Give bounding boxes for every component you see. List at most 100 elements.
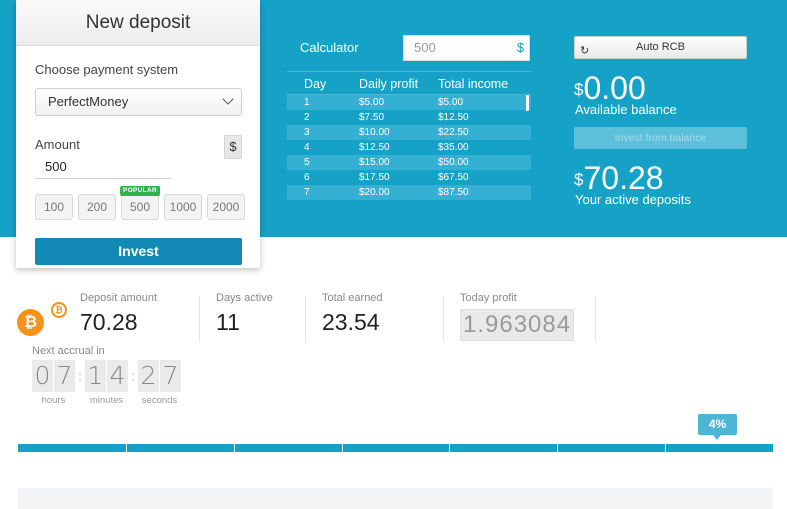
table-row: 7 $20.00 $87.50 xyxy=(287,185,531,200)
active-deposits-caption: Your active deposits xyxy=(575,192,691,207)
cell-day: 1 xyxy=(304,97,310,108)
deposits-currency: $ xyxy=(574,170,584,189)
progress-segment-divider xyxy=(557,444,558,452)
progress-segment-divider xyxy=(234,444,235,452)
preset-1000-button[interactable]: 1000 xyxy=(164,194,202,220)
minutes-caption: minutes xyxy=(89,395,124,406)
progress-percent-tooltip: 4% xyxy=(698,414,737,440)
timer-seconds: 2 7 seconds xyxy=(138,360,181,406)
seconds-caption: seconds xyxy=(141,395,178,406)
calculator-table-header: Day Daily profit Total income xyxy=(287,71,531,95)
cell-daily-profit: $20.00 xyxy=(359,187,390,198)
timer-digit: 7 xyxy=(160,360,181,392)
timer-digit: 0 xyxy=(32,360,53,392)
stat-divider xyxy=(443,296,444,342)
bottom-panel xyxy=(18,488,773,509)
available-balance-caption: Available balance xyxy=(575,102,677,117)
calculator-table: Day Daily profit Total income 1 $5.00 $5… xyxy=(287,71,531,200)
table-row: 1 $5.00 $5.00 xyxy=(287,95,531,110)
timer-separator: : xyxy=(78,368,82,384)
stat-divider xyxy=(305,296,306,342)
next-accrual-label: Next accrual in xyxy=(32,345,105,357)
today-profit-label: Today profit xyxy=(460,292,517,304)
payment-system-value: PerfectMoney xyxy=(48,94,129,109)
header-total-income: Total income xyxy=(438,77,509,91)
amount-input[interactable]: 500 xyxy=(35,154,171,179)
cell-day: 4 xyxy=(304,142,310,153)
cell-daily-profit: $5.00 xyxy=(359,97,385,108)
preset-200-button[interactable]: 200 xyxy=(78,194,116,220)
progress-bar xyxy=(18,444,773,452)
preset-100-button[interactable]: 100 xyxy=(35,194,73,220)
timer-hours: 0 7 hours xyxy=(32,360,75,406)
refresh-icon: ↻ xyxy=(580,45,590,57)
timer-minutes: 1 4 minutes xyxy=(85,360,128,406)
timer-separator: : xyxy=(131,368,135,384)
cell-total-income: $87.50 xyxy=(438,187,469,198)
cell-total-income: $35.00 xyxy=(438,142,469,153)
progress-segment-divider xyxy=(449,444,450,452)
payment-system-label: Choose payment system xyxy=(35,62,179,77)
chevron-down-icon xyxy=(222,93,234,105)
total-earned-value: 23.54 xyxy=(322,309,380,335)
auto-rcb-label: Auto RCB xyxy=(636,41,685,53)
days-active-value: 11 xyxy=(216,309,240,335)
calculator-input[interactable]: 500 xyxy=(403,35,514,61)
available-balance-value: $0.00 xyxy=(574,70,646,106)
bitcoin-icon: ₿ xyxy=(17,309,44,336)
calculator-label: Calculator xyxy=(300,40,359,55)
currency-button[interactable]: $ xyxy=(224,135,242,159)
today-profit-stat: Today profit 1.963084 xyxy=(460,292,575,348)
deposit-card-title: New deposit xyxy=(16,0,260,46)
days-active-stat: Days active 11 xyxy=(216,292,273,348)
stat-divider xyxy=(595,296,596,342)
calculator-currency: $ xyxy=(512,35,530,61)
cell-total-income: $67.50 xyxy=(438,172,469,183)
timer-digit: 7 xyxy=(54,360,75,392)
timer-digit: 2 xyxy=(138,360,159,392)
calculator-scrollbar[interactable] xyxy=(526,95,529,111)
cell-total-income: $5.00 xyxy=(438,97,464,108)
deposit-amount-label: Deposit amount xyxy=(80,292,158,304)
auto-rcb-button[interactable]: ↻ Auto RCB xyxy=(574,36,747,59)
invest-from-balance-button[interactable]: Invest from balance xyxy=(574,127,747,149)
header-day: Day xyxy=(304,77,327,91)
preset-500-label: 500 xyxy=(129,200,151,214)
countdown-timer: 0 7 hours : 1 4 minutes : 2 7 seconds xyxy=(32,360,188,406)
timer-digit: 1 xyxy=(85,360,106,392)
preset-2000-button[interactable]: 2000 xyxy=(207,194,245,220)
deposits-amount: 70.28 xyxy=(583,160,664,196)
progress-segment-divider xyxy=(126,444,127,452)
total-earned-label: Total earned xyxy=(322,292,383,304)
days-active-label: Days active xyxy=(216,292,273,304)
cell-daily-profit: $10.00 xyxy=(359,127,390,138)
table-row: 2 $7.50 $12.50 xyxy=(287,110,531,125)
cell-day: 3 xyxy=(304,127,310,138)
payment-system-select[interactable]: PerfectMoney xyxy=(35,88,242,116)
new-deposit-card: New deposit Choose payment system Perfec… xyxy=(16,0,260,268)
table-row: 4 $12.50 $35.00 xyxy=(287,140,531,155)
preset-500-button[interactable]: POPULAR 500 xyxy=(120,186,160,220)
cell-total-income: $50.00 xyxy=(438,157,469,168)
cell-day: 5 xyxy=(304,157,310,168)
deposit-amount-stat: Deposit amount 70.28 xyxy=(80,292,157,348)
progress-segment-divider xyxy=(665,444,666,452)
active-deposits-value: $70.28 xyxy=(574,160,664,196)
stat-divider xyxy=(199,296,200,342)
cell-day: 2 xyxy=(304,112,310,123)
today-profit-value: 1.963084 xyxy=(460,309,575,341)
cell-daily-profit: $15.00 xyxy=(359,157,390,168)
cell-total-income: $22.50 xyxy=(438,127,469,138)
cell-daily-profit: $12.50 xyxy=(359,142,390,153)
invest-button[interactable]: Invest xyxy=(35,238,242,265)
header-daily-profit: Daily profit xyxy=(359,77,419,91)
timer-digit: 4 xyxy=(107,360,128,392)
total-earned-stat: Total earned 23.54 xyxy=(322,292,383,348)
cell-daily-profit: $7.50 xyxy=(359,112,385,123)
cell-daily-profit: $17.50 xyxy=(359,172,390,183)
table-row: 5 $15.00 $50.00 xyxy=(287,155,531,170)
table-row: 6 $17.50 $67.50 xyxy=(287,170,531,185)
cell-day: 7 xyxy=(304,187,310,198)
cell-day: 6 xyxy=(304,172,310,183)
deposit-amount-value: 70.28 xyxy=(80,309,138,335)
